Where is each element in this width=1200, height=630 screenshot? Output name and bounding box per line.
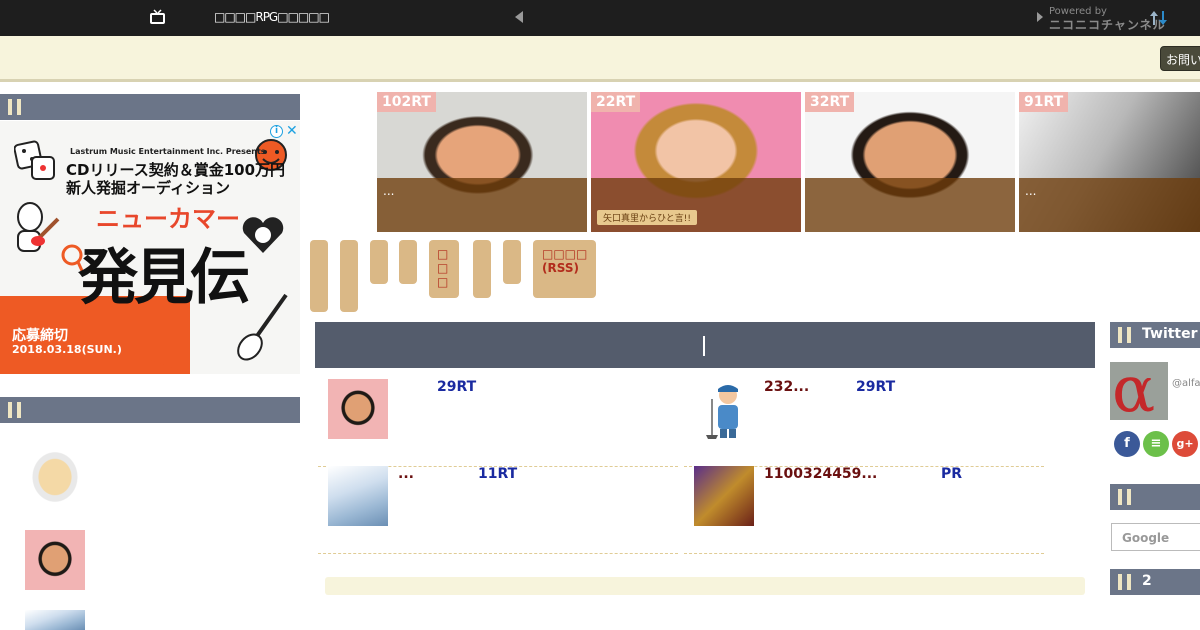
list-item[interactable]: ... 11RT xyxy=(318,466,678,554)
inquiry-button[interactable]: お問い xyxy=(1160,46,1200,71)
twitter-avatar[interactable]: α xyxy=(1110,354,1168,426)
category-tab[interactable]: □□□ xyxy=(429,240,459,298)
entry-rt-count: 11RT xyxy=(478,466,518,482)
ad-info-icon[interactable]: i xyxy=(270,125,283,138)
carousel-item[interactable]: 22RT 矢口真里からひと言!! xyxy=(591,92,801,232)
entry-divider xyxy=(684,553,1044,554)
category-tab[interactable] xyxy=(473,240,491,298)
entry-thumb[interactable] xyxy=(694,466,754,526)
carousel-item[interactable]: 91RT ... xyxy=(1019,92,1200,232)
entry-title[interactable]: ... xyxy=(398,466,414,482)
entry-pr-label: PR xyxy=(941,466,963,482)
ad-close-icon[interactable]: ✕ xyxy=(286,123,298,139)
entry-rt-count: 29RT xyxy=(856,379,896,395)
prev-arrow-icon[interactable] xyxy=(515,11,523,23)
audition-ad-banner[interactable]: i ✕ Lastrum Music Entertainment Inc. Pre… xyxy=(0,121,300,374)
ranking-section-label: 2 xyxy=(1142,573,1152,589)
section-bars-icon xyxy=(8,99,24,115)
carousel-caption: ... xyxy=(1019,178,1200,232)
category-tab[interactable] xyxy=(503,240,521,284)
next-arrow-icon[interactable] xyxy=(1037,12,1043,22)
section-bars-icon xyxy=(1118,574,1134,590)
sidebar-section-header xyxy=(0,397,300,423)
ad-big-title: 発見伝 xyxy=(78,243,250,313)
guitar-mascot-icon xyxy=(17,202,60,252)
entry-divider xyxy=(318,553,678,554)
heart-dog-icon xyxy=(242,217,284,253)
rt-count-badge: 102RT xyxy=(377,92,436,112)
list-item[interactable]: 29RT xyxy=(318,379,678,467)
entry-thumb[interactable] xyxy=(328,379,388,439)
entry-title[interactable]: 1100324459... xyxy=(764,466,877,482)
carousel-caption: 矢口真里からひと言!! xyxy=(591,178,801,232)
entry-thumb[interactable] xyxy=(694,379,754,439)
rt-count-badge: 32RT xyxy=(805,92,855,112)
carousel-caption xyxy=(805,178,1015,232)
ad-deadline-date: 2018.03.18(SUN.) xyxy=(12,343,122,356)
channel-title[interactable]: □□□□RPG□□□□□ xyxy=(214,10,330,24)
top-bar: □□□□RPG□□□□□ Powered by ニコニコチャンネル xyxy=(0,0,1200,36)
text-cursor xyxy=(703,336,705,356)
sidebar-section-header: Twitter xyxy=(1110,322,1200,348)
category-tab-rss[interactable]: □□□□ (RSS) xyxy=(533,240,596,298)
rt-count-badge: 22RT xyxy=(591,92,641,112)
section-bars-icon xyxy=(1118,489,1134,505)
content-footer-bar xyxy=(325,577,1085,595)
category-tab[interactable] xyxy=(399,240,417,284)
sidebar-article-thumb[interactable] xyxy=(25,530,85,590)
header-banner: お問い xyxy=(0,36,1200,82)
category-tab[interactable] xyxy=(340,240,358,312)
ad-headline-2: 新人発掘オーディション xyxy=(66,179,230,197)
entry-title[interactable]: 232... xyxy=(764,379,809,395)
tv-icon[interactable] xyxy=(149,9,166,26)
sidebar-section-header xyxy=(1110,484,1200,510)
list-item[interactable]: 232... 29RT xyxy=(684,379,1044,467)
carousel-item[interactable]: 32RT xyxy=(805,92,1015,232)
section-bars-icon xyxy=(8,402,24,418)
content-section-header xyxy=(315,322,1095,368)
rt-count-badge: 91RT xyxy=(1019,92,1069,112)
twitter-handle[interactable]: @alfa xyxy=(1172,378,1200,389)
search-placeholder: Google xyxy=(1122,531,1170,545)
dice-icon xyxy=(14,140,55,180)
sidebar-article-thumb[interactable] xyxy=(25,450,85,510)
twitter-section-label: Twitter xyxy=(1142,326,1198,342)
ad-deadline-label: 応募締切 xyxy=(12,328,68,344)
search-input[interactable]: Google xyxy=(1111,523,1200,551)
sort-icon[interactable] xyxy=(1149,9,1169,27)
section-bars-icon xyxy=(1118,327,1134,343)
facebook-icon[interactable]: f xyxy=(1114,431,1140,457)
category-tab[interactable] xyxy=(310,240,328,312)
carousel-caption: ... xyxy=(377,178,587,232)
sidebar-section-header: 2 xyxy=(1110,569,1200,595)
list-item[interactable]: 1100324459... PR xyxy=(684,466,1044,554)
entry-thumb[interactable] xyxy=(328,466,388,526)
sidebar-article-thumb[interactable] xyxy=(25,610,85,630)
category-tab[interactable] xyxy=(370,240,388,284)
carousel-item[interactable]: 102RT ... xyxy=(377,92,587,232)
sidebar-section-header xyxy=(0,94,300,120)
caption-tag: 矢口真里からひと言!! xyxy=(597,210,697,225)
google-plus-icon[interactable]: g+ xyxy=(1172,431,1198,457)
entry-rt-count: 29RT xyxy=(437,379,477,395)
ad-presenter: Lastrum Music Entertainment Inc. Present… xyxy=(70,147,266,156)
feedly-icon[interactable]: ≡ xyxy=(1143,431,1169,457)
